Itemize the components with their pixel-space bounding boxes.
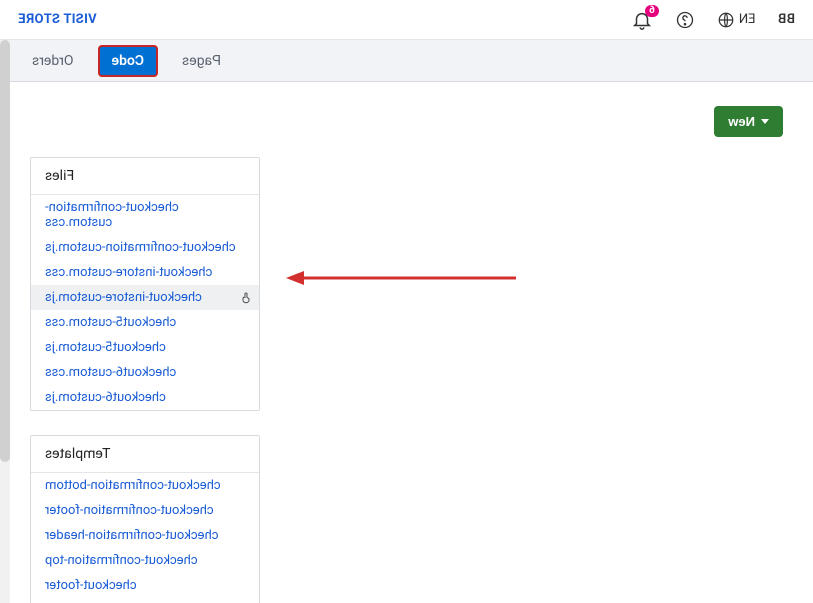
files-list: checkout-confirmation-custom.css checkou… bbox=[31, 195, 259, 410]
list-item[interactable]: checkout6-custom.js bbox=[31, 385, 259, 410]
chevron-down-icon bbox=[761, 119, 769, 124]
tab-orders[interactable]: Orders bbox=[20, 47, 86, 75]
list-item[interactable]: checkout-instore-custom.css bbox=[31, 260, 259, 285]
top-bar-left: BB EN 6 bbox=[631, 9, 795, 31]
list-item-highlighted[interactable]: checkout-instore-custom.js bbox=[31, 285, 259, 310]
list-item[interactable]: checkout-confirmation-footer bbox=[31, 498, 259, 523]
template-link[interactable]: checkout-footer bbox=[45, 578, 137, 593]
globe-icon bbox=[717, 11, 735, 29]
template-link[interactable]: checkout-confirmation-footer bbox=[45, 503, 214, 518]
list-item[interactable]: checkout-header bbox=[31, 598, 259, 603]
files-panel: Files checkout-confirmation-custom.css c… bbox=[30, 157, 260, 411]
new-button[interactable]: New bbox=[714, 106, 783, 137]
file-link[interactable]: checkout-confirmation-custom.css bbox=[45, 200, 179, 230]
help-icon[interactable] bbox=[675, 10, 695, 30]
list-item[interactable]: checkout-confirmation-top bbox=[31, 548, 259, 573]
template-link[interactable]: checkout-confirmation-top bbox=[45, 553, 198, 568]
templates-list: checkout-confirmation-bottom checkout-co… bbox=[31, 473, 259, 603]
file-link[interactable]: checkout-instore-custom.css bbox=[45, 265, 212, 280]
file-link[interactable]: checkout6-custom.js bbox=[45, 390, 166, 405]
toolbar-row: New bbox=[30, 106, 783, 137]
templates-panel-header: Templates bbox=[31, 436, 259, 473]
list-item[interactable]: checkout-confirmation-custom.css bbox=[31, 195, 259, 235]
list-item[interactable]: checkout-confirmation-header bbox=[31, 523, 259, 548]
scrollbar[interactable] bbox=[0, 40, 10, 603]
top-bar: BB EN 6 VISIT STORE bbox=[0, 0, 813, 40]
file-link[interactable]: checkout5-custom.js bbox=[45, 340, 166, 355]
list-item[interactable]: checkout-confirmation-bottom bbox=[31, 473, 259, 498]
tab-pages[interactable]: Pages bbox=[170, 47, 233, 75]
hand-cursor-icon bbox=[237, 290, 253, 306]
tab-code[interactable]: Code bbox=[98, 45, 159, 77]
notification-badge: 6 bbox=[645, 5, 659, 17]
language-label: EN bbox=[739, 12, 756, 27]
user-initials[interactable]: BB bbox=[777, 12, 795, 27]
list-item[interactable]: checkout6-custom.css bbox=[31, 360, 259, 385]
list-item[interactable]: checkout5-custom.css bbox=[31, 310, 259, 335]
files-panel-header: Files bbox=[31, 158, 259, 195]
notifications-icon[interactable]: 6 bbox=[631, 9, 653, 31]
scrollbar-thumb[interactable] bbox=[0, 40, 10, 462]
tabs-bar: Pages Code Orders bbox=[0, 40, 813, 82]
templates-panel: Templates checkout-confirmation-bottom c… bbox=[30, 435, 260, 603]
file-link[interactable]: checkout6-custom.css bbox=[45, 365, 176, 380]
file-link[interactable]: checkout-instore-custom.js bbox=[45, 290, 202, 305]
main-content: New Files checkout-confirmation-custom.c… bbox=[0, 82, 813, 603]
list-item[interactable]: checkout5-custom.js bbox=[31, 335, 259, 360]
language-selector[interactable]: EN bbox=[717, 11, 756, 29]
template-link[interactable]: checkout-confirmation-header bbox=[45, 528, 219, 543]
file-link[interactable]: checkout5-custom.css bbox=[45, 315, 176, 330]
visit-store-link[interactable]: VISIT STORE bbox=[18, 12, 97, 27]
file-link[interactable]: checkout-confirmation-custom.js bbox=[45, 240, 236, 255]
list-item[interactable]: checkout-confirmation-custom.js bbox=[31, 235, 259, 260]
list-item[interactable]: checkout-footer bbox=[31, 573, 259, 598]
new-button-label: New bbox=[728, 114, 755, 129]
template-link[interactable]: checkout-confirmation-bottom bbox=[45, 478, 221, 493]
